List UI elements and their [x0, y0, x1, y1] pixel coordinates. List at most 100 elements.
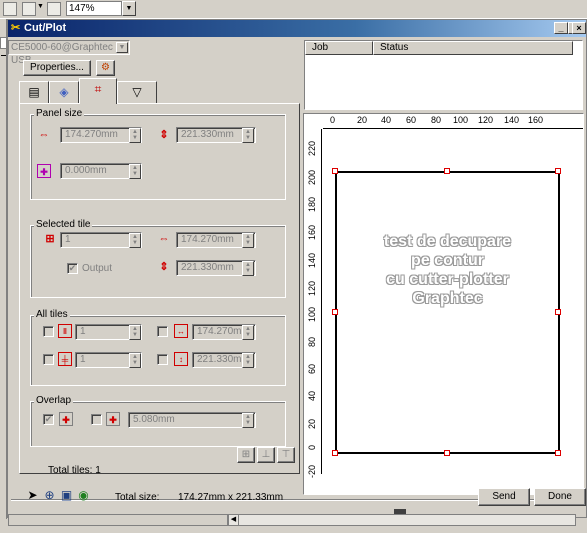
columns-icon: ‖ [58, 324, 72, 338]
ruler-left-label: 220 [307, 141, 317, 157]
send-button[interactable]: Send [478, 488, 530, 506]
tile-width-spinner[interactable]: ▲ ▼ [242, 233, 254, 248]
fit-page-icon[interactable]: ▣ [59, 488, 74, 503]
tiling-icon: ⌗ [94, 82, 102, 96]
ruler-left-label: 100 [307, 307, 317, 323]
cut-plot-dialog: ✂ Cut/Plot _ □ × CE5000-60@Graphtec USB … [7, 19, 587, 518]
resize-handle[interactable] [332, 309, 338, 315]
overlap-field[interactable]: 5.080mm [128, 412, 256, 428]
chevron-down-icon[interactable]: ▼ [116, 42, 128, 53]
panel-height-spinner[interactable]: ▲ ▼ [242, 128, 254, 143]
ruler-top-label: 80 [431, 115, 442, 125]
app-left-strip [0, 19, 7, 519]
ruler-left-label: 160 [307, 225, 317, 241]
tab-general[interactable]: ▤ [19, 81, 49, 103]
tile-index-spinner[interactable]: ▲ ▼ [129, 233, 141, 248]
zoom-dropdown-button[interactable]: ▼ [122, 1, 136, 16]
design-text-line: Graphtec [412, 290, 483, 307]
overlap-horizontal-icon: ✚ [59, 412, 73, 426]
close-button[interactable]: × [572, 22, 586, 34]
selected-tile-label: Selected tile [34, 219, 93, 230]
resize-handle[interactable] [332, 450, 338, 456]
tiling-preview[interactable]: 0 20 40 60 80 100 120 140 160 220 200 18… [303, 113, 584, 495]
resize-handle[interactable] [444, 450, 450, 456]
job-column-header[interactable]: Job [305, 41, 373, 55]
minimize-button[interactable]: _ [554, 22, 568, 34]
ruler-top-label: 20 [357, 115, 368, 125]
panel-offset-spinner[interactable]: ▲ ▼ [129, 164, 141, 179]
design-text-line: pe contur [411, 252, 484, 269]
tab-knife[interactable]: ▽ [117, 81, 157, 103]
scroll-left-icon[interactable]: ◀ [229, 515, 239, 525]
scroll-thumb[interactable] [394, 509, 406, 514]
align-horizontal-button[interactable]: ⊥ [257, 447, 275, 463]
resize-handle[interactable] [555, 450, 561, 456]
panel-width-spinner[interactable]: ▲ ▼ [129, 128, 141, 143]
all-width-spinner[interactable]: ▲ ▼ [242, 325, 254, 340]
dropdown-arrow-icon[interactable]: ▼ [37, 3, 44, 10]
design-text-line: cu cutter-plotter [386, 271, 509, 288]
ruler-left: 220 200 180 160 140 120 100 80 60 40 20 … [307, 129, 322, 478]
overlap-checkbox[interactable]: ✔ [43, 414, 54, 425]
knife-icon: ✂ [11, 22, 21, 34]
rows-checkbox[interactable] [43, 354, 54, 365]
overlap-vertical-icon: ✚ [106, 412, 120, 426]
ruler-left-label: 20 [307, 419, 317, 430]
device-select[interactable]: CE5000-60@Graphtec USB [8, 40, 130, 66]
zoom-all-icon[interactable]: ◉ [76, 488, 91, 503]
stack-icon: ◈ [59, 85, 69, 99]
all-height-spinner[interactable]: ▲ ▼ [242, 353, 254, 368]
dialog-title: Cut/Plot [24, 22, 67, 34]
design-text-line: test de decupare [383, 233, 512, 250]
tool-icon[interactable] [22, 2, 36, 16]
ruler-top-label: 0 [330, 115, 336, 125]
tab-weed[interactable]: ◈ [49, 81, 79, 103]
all-height-checkbox[interactable] [157, 354, 168, 365]
tile-height-spinner[interactable]: ▲ ▼ [242, 261, 254, 276]
status-column-header[interactable]: Status [373, 41, 573, 55]
ruler-top-label: 140 [504, 115, 520, 125]
ruler-left-label: 120 [307, 281, 317, 297]
ruler-top-label: 160 [528, 115, 544, 125]
ruler-left-label: 80 [307, 337, 317, 348]
all-width-checkbox[interactable] [157, 326, 168, 337]
tile-page[interactable] [335, 171, 560, 454]
job-list[interactable]: Job Status [304, 40, 583, 110]
pointer-icon[interactable]: ➤ [25, 488, 40, 503]
title-bar: ✂ Cut/Plot _ □ [8, 20, 586, 37]
overlap-label: Overlap [34, 395, 74, 406]
view-icon[interactable] [3, 2, 17, 16]
ruler-left-label: 0 [307, 445, 317, 451]
ruler-top-label: 100 [453, 115, 469, 125]
output-checkbox[interactable]: ✔ [67, 263, 78, 274]
page-icon [0, 37, 7, 49]
total-size-label: Total size: [115, 492, 160, 503]
panel-size-label: Panel size [34, 108, 85, 119]
done-button[interactable]: Done [534, 488, 586, 506]
plotter-setup-icon[interactable]: ⚙ [96, 60, 115, 76]
ruler-left-label: 140 [307, 253, 317, 269]
status-panel [8, 514, 228, 526]
cols-spinner[interactable]: ▲ ▼ [129, 325, 141, 340]
output-label: Output [82, 263, 113, 274]
resize-handle[interactable] [444, 168, 450, 174]
snap-icon[interactable] [47, 2, 61, 16]
properties-button[interactable]: Properties... [23, 60, 91, 76]
cols-checkbox[interactable] [43, 326, 54, 337]
align-vertical-button[interactable]: ⊤ [277, 447, 295, 463]
rows-spinner[interactable]: ▲ ▼ [129, 353, 141, 368]
zoom-input[interactable]: 147% [66, 1, 122, 16]
ruler-top-label: 120 [478, 115, 494, 125]
tab-tiling[interactable]: ⌗ [79, 78, 117, 104]
overlap-vertical-checkbox[interactable] [91, 414, 102, 425]
grid-options-button[interactable]: ⊞ [237, 447, 255, 463]
resize-handle[interactable] [332, 168, 338, 174]
resize-handle[interactable] [555, 309, 561, 315]
horizontal-scrollbar[interactable]: ◀ [228, 514, 576, 526]
blade-icon: ▽ [132, 85, 142, 99]
ruler-left-label: 60 [307, 364, 317, 375]
resize-handle[interactable] [555, 168, 561, 174]
overlap-spinner[interactable]: ▲ ▼ [242, 413, 254, 428]
ruler-left-label: -20 [307, 465, 317, 479]
zoom-icon[interactable]: ⊕ [42, 488, 57, 503]
